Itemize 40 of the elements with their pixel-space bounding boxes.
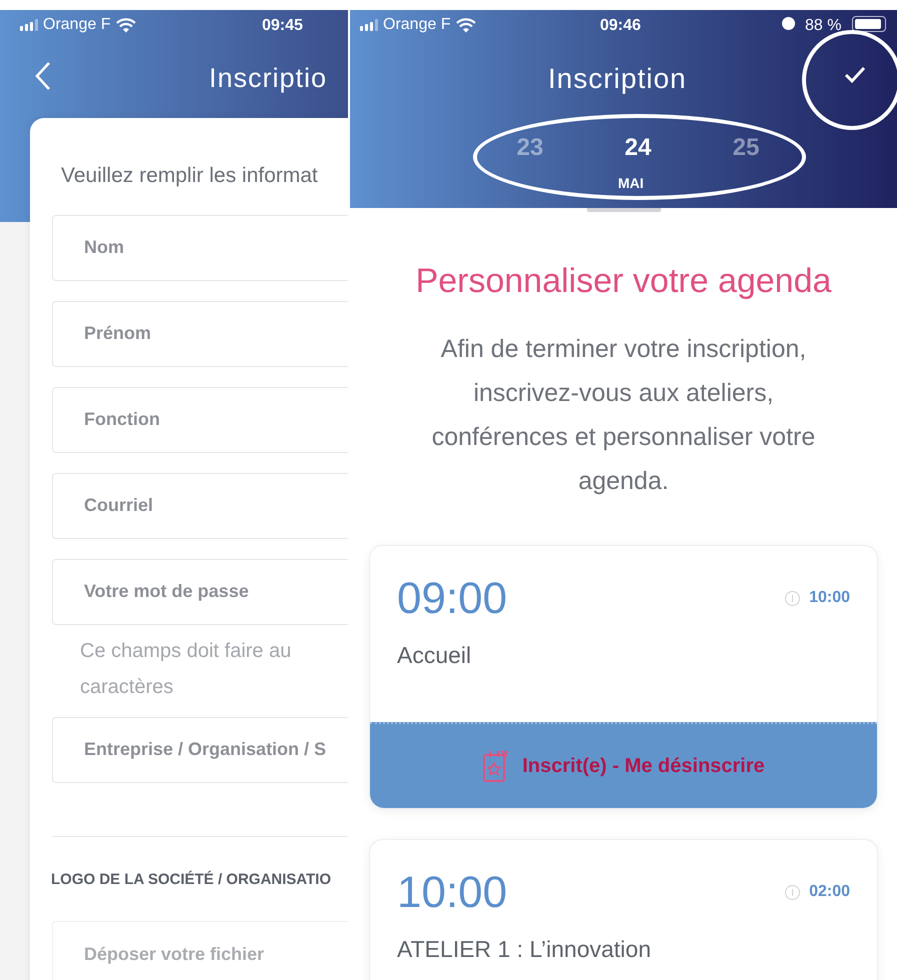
date-tab[interactable]: 23 [500, 130, 560, 166]
wifi-icon [116, 18, 136, 32]
battery-percent: 88 % [805, 16, 842, 36]
carrier-name: Orange F [43, 15, 111, 35]
field-hint: caractères [80, 674, 174, 700]
section-heading: Personnaliser votre agenda [414, 261, 832, 302]
signal-icon [360, 19, 378, 31]
status-time: 09:46 [600, 16, 641, 36]
info-icon [785, 884, 800, 900]
input-field[interactable]: Courriel [52, 472, 348, 538]
session-time: 10:00 [397, 867, 508, 919]
screen-title: Inscriptio [209, 62, 328, 95]
wifi-icon [456, 18, 476, 32]
input-field[interactable]: Fonction [52, 386, 348, 452]
unsubscribe-button[interactable]: Inscrit(e) - Me désinscrire [370, 722, 877, 808]
battery-icon [852, 16, 886, 32]
status-time: 09:45 [262, 16, 303, 36]
section-label: LOGO DE LA SOCIÉTÉ / ORGANISATIO [50, 870, 332, 890]
input-field[interactable]: Entreprise / Organisation / S [52, 716, 348, 782]
checkmark-icon [844, 66, 866, 84]
input-field[interactable]: Nom [52, 214, 348, 280]
session-duration: 02:00 [809, 882, 850, 902]
date-tab[interactable]: 25 [716, 130, 776, 166]
session-time: 09:00 [397, 573, 508, 625]
session-title: ATELIER 1 : L’innovation [397, 935, 652, 964]
form-intro: Veuillez remplir les informat [60, 163, 319, 189]
intro-paragraph: Afin de terminer votre inscription, inscrivez-vous aux ateliers, conférences et personnaliser votre agenda. [430, 334, 816, 497]
input-field[interactable]: Votre mot de passe [52, 558, 348, 624]
input-field[interactable]: Prénom [52, 300, 348, 366]
file-upload-field[interactable]: Déposer votre fichier [52, 921, 348, 980]
session-duration: 10:00 [809, 588, 850, 608]
carrier-name: Orange F [383, 15, 451, 35]
signal-icon [20, 19, 38, 31]
field-hint: Ce champs doit faire au [80, 638, 292, 664]
info-icon [785, 590, 800, 606]
screen-title: Inscription [548, 62, 687, 96]
month-label: MAI [618, 174, 644, 193]
date-tab[interactable]: 24 [608, 130, 668, 166]
session-title: Accueil [397, 641, 472, 670]
calendar-star-icon [482, 749, 508, 783]
